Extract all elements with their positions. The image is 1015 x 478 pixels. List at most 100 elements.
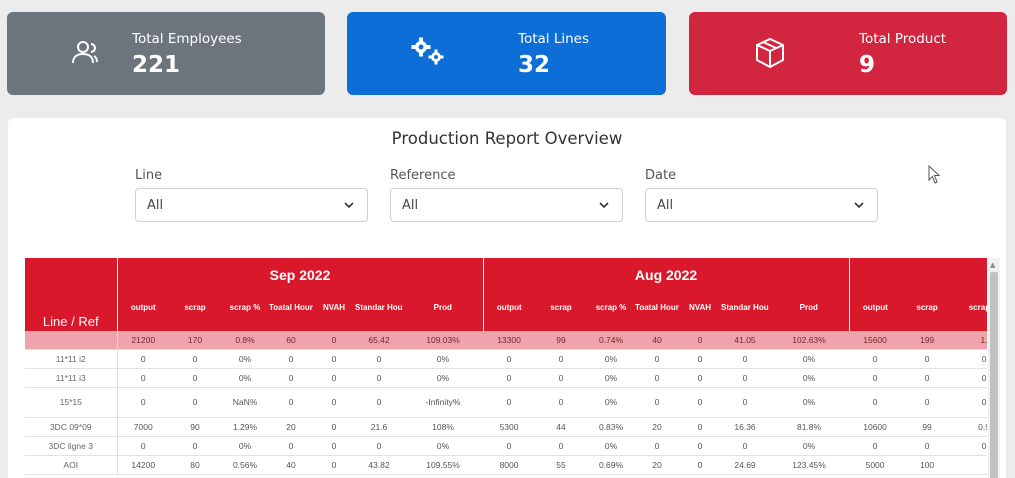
table-cell: 0% (587, 349, 636, 369)
table-cell: 8000 (483, 455, 536, 475)
chevron-down-icon (853, 197, 865, 217)
table-cell: 0 (849, 436, 902, 456)
chevron-down-icon (343, 197, 355, 217)
total-lines-card: Total Lines 32 (347, 12, 666, 95)
column-header: scrap % (953, 285, 987, 331)
column-header: scrap (535, 285, 588, 331)
table-cell: 0 (849, 387, 902, 418)
date-select[interactable]: All (645, 188, 878, 222)
table-cell: 0 (849, 349, 902, 369)
table-cell: 0 (901, 387, 954, 418)
table-cell: 44 (535, 417, 588, 437)
table-cell: 0% (221, 436, 269, 456)
table-cell: 0 (117, 436, 169, 456)
table-cell: 0% (769, 436, 850, 456)
line-filter: Line All (135, 168, 368, 222)
total-row-label (25, 331, 118, 350)
table-scrollbar[interactable]: ▲ (988, 258, 1000, 478)
filter-label: Line (135, 168, 163, 183)
table-cell: 0 (679, 349, 722, 369)
filter-label: Reference (390, 168, 456, 183)
production-table: Line / Ref Sep 2022 Aug 2022 output scra… (25, 258, 987, 475)
table-cell (953, 455, 987, 475)
production-table-container: Line / Ref Sep 2022 Aug 2022 output scra… (25, 258, 987, 478)
column-header: Toatal Hours (635, 285, 680, 331)
table-cell: 0 (355, 368, 403, 388)
table-cell: 0.69% (587, 455, 636, 475)
scrollbar-thumb[interactable] (990, 272, 998, 478)
table-cell: 0% (769, 349, 850, 369)
table-cell: 0 (901, 349, 954, 369)
table-cell: 0% (221, 349, 269, 369)
card-label: Total Lines (518, 31, 589, 47)
scroll-up-icon[interactable]: ▲ (990, 261, 995, 269)
column-header: Standar Hour (721, 285, 770, 331)
table-cell: 99 (535, 331, 588, 350)
card-label: Total Product (859, 31, 947, 47)
table-cell: 0 (169, 368, 221, 388)
table-cell: 13300 (483, 331, 536, 350)
table-cell: 0 (535, 436, 588, 456)
table-cell: 0 (953, 436, 987, 456)
table-cell: 5300 (483, 417, 536, 437)
card-label: Total Employees (132, 31, 242, 47)
table-cell: 0 (679, 417, 722, 437)
card-value: 32 (518, 52, 551, 78)
table-row: 11*11 i3 0 0 0% 0 0 0 0% 0 0 0% 0 0 0 0% 0 0 0 (25, 368, 987, 388)
table-cell: 0 (635, 349, 680, 369)
table-cell: 0 (169, 349, 221, 369)
total-row: 21200 170 0.8% 60 0 65.42 109.03% 13300 99 0.74% 4… (25, 331, 987, 350)
table-cell: 0 (535, 349, 588, 369)
table-cell: 0 (483, 349, 536, 369)
date-filter: Date All (645, 168, 878, 222)
table-cell: 15*15 (25, 387, 118, 418)
table-cell: 0 (901, 368, 954, 388)
table-row: 3DC ligne 3 0 0 0% 0 0 0 0% 0 0 0% 0 0 0 0% 0 0 0 (25, 436, 987, 456)
row-header: Line / Ref (25, 258, 118, 331)
reference-select[interactable]: All (390, 188, 623, 222)
mouse-cursor-icon (928, 164, 942, 189)
table-cell: 0% (769, 387, 850, 418)
table-cell: 0 (355, 387, 403, 418)
line-select[interactable]: All (135, 188, 368, 222)
select-value: All (402, 198, 419, 213)
table-cell: 0% (587, 387, 636, 418)
table-cell: 0 (635, 387, 680, 418)
users-icon (67, 36, 99, 72)
table-cell: 0 (269, 349, 313, 369)
table-cell: 0 (679, 368, 722, 388)
table-cell: 0 (117, 349, 169, 369)
table-cell: 199 (901, 331, 954, 350)
table-cell: 7000 (117, 417, 169, 437)
table-cell: 3DC 09*09 (25, 417, 118, 437)
table-cell: 0 (679, 331, 722, 350)
table-cell: 40 (269, 455, 313, 475)
column-header: scrap % (587, 285, 636, 331)
table-cell: 11*11 i3 (25, 368, 118, 388)
column-header: scrap (901, 285, 954, 331)
table-cell: 10600 (849, 417, 902, 437)
table-cell: 21.6 (355, 417, 403, 437)
table-cell: 0 (953, 387, 987, 418)
production-report-panel: Production Report Overview Line All Refe… (8, 118, 1006, 478)
select-value: All (147, 198, 164, 213)
table-cell: AOI (25, 455, 118, 475)
table-cell: 0 (901, 436, 954, 456)
table-cell: 0 (269, 387, 313, 418)
table-cell: 0 (635, 436, 680, 456)
gears-icon (409, 36, 449, 72)
table-cell: 0 (953, 368, 987, 388)
table-cell: 0% (769, 368, 850, 388)
column-header: Standar Hour (355, 285, 403, 331)
table-cell: 0 (117, 368, 169, 388)
table-cell: 0 (117, 387, 169, 418)
report-title: Production Report Overview (391, 129, 623, 148)
table-cell: 0 (953, 349, 987, 369)
table-cell: 24.69 (721, 455, 770, 475)
table-cell: 14200 (117, 455, 169, 475)
table-cell: 170 (169, 331, 221, 350)
month-header: Sep 2022 (117, 258, 484, 285)
table-cell: 0 (269, 436, 313, 456)
table-cell: 0 (355, 349, 403, 369)
table-cell: 0% (403, 349, 484, 369)
